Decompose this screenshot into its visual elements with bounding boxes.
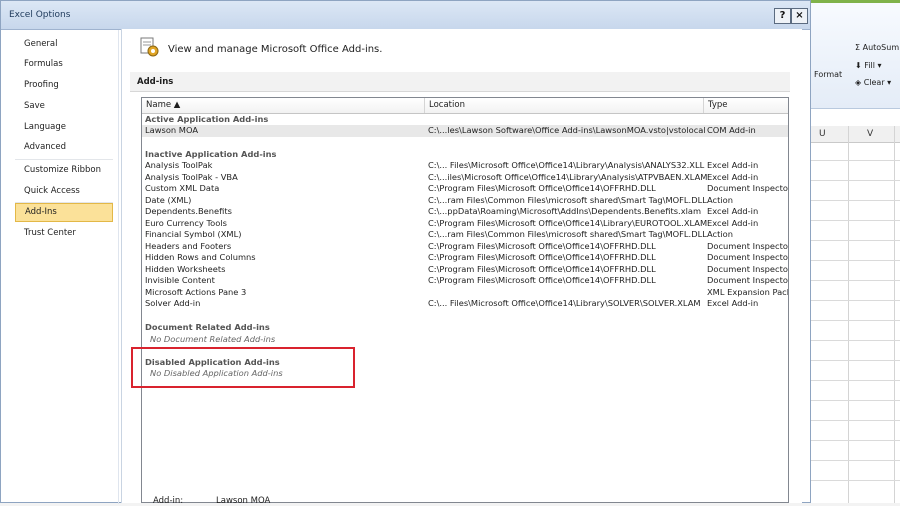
grid-line	[811, 460, 900, 461]
list-row[interactable]: Invisible Content C:\Program Files\Micros…	[142, 275, 788, 287]
nav-item-trust-center[interactable]: Trust Center	[15, 224, 113, 243]
list-row[interactable]: Hidden Rows and Columns C:\Program Files\…	[142, 252, 788, 264]
list-row[interactable]: Headers and Footers C:\Program Files\Micr…	[142, 241, 788, 253]
panel-header-text: View and manage Microsoft Office Add-ins…	[168, 44, 383, 55]
title-bar[interactable]: Excel Options ? ×	[1, 1, 810, 30]
disabled-add-ins-highlight	[131, 347, 355, 388]
nav-item-quick-access-toolbar[interactable]: Quick Access Toolbar	[15, 182, 113, 215]
list-row[interactable]: Hidden Worksheets C:\Program Files\Micros…	[142, 264, 788, 276]
nav-item-formulas[interactable]: Formulas	[15, 55, 113, 74]
grid-line	[811, 320, 900, 321]
fill-button[interactable]: ⬇ Fill ▾	[855, 61, 882, 70]
list-row[interactable]: Analysis ToolPak C:\... Files\Microsoft O…	[142, 160, 788, 172]
nav-item-language[interactable]: Language	[15, 118, 113, 137]
close-button[interactable]: ×	[791, 8, 808, 24]
grid-line	[811, 420, 900, 421]
column-header-row: U V	[811, 126, 900, 143]
grid-line	[811, 160, 900, 161]
add-ins-list[interactable]: Name ▲ Location Type Active Application …	[141, 97, 789, 503]
section-title: Add-ins	[137, 77, 174, 87]
grid-line	[894, 126, 895, 503]
nav-item-add-ins[interactable]: Add-Ins	[15, 203, 113, 222]
excel-ribbon: Σ AutoSum ⬇ Fill ▾ ◈ Clear ▾ Format	[811, 0, 900, 109]
nav-separator	[15, 159, 113, 160]
list-column-header: Name ▲ Location Type	[142, 98, 788, 114]
excel-green-bar	[811, 0, 900, 3]
nav-item-advanced[interactable]: Advanced	[15, 138, 113, 157]
list-row[interactable]: Custom XML Data C:\Program Files\Microsof…	[142, 183, 788, 195]
grid-line	[811, 340, 900, 341]
grid-line	[811, 480, 900, 481]
grid-line	[811, 440, 900, 441]
grid-line	[811, 220, 900, 221]
list-row[interactable]: Date (XML) C:\...ram Files\Common Files\m…	[142, 195, 788, 207]
clear-button[interactable]: ◈ Clear ▾	[855, 78, 891, 87]
column-type-header[interactable]: Type	[704, 98, 788, 113]
group-inactive-label: Inactive Application Add-ins	[145, 149, 277, 159]
column-v-header[interactable]: V	[867, 129, 873, 139]
add-ins-gear-icon	[140, 37, 159, 57]
addin-detail-label: Add-in:	[153, 496, 184, 506]
group-document-label: Document Related Add-ins	[145, 322, 270, 332]
list-row[interactable]: Dependents.Benefits C:\...ppData\Roaming\…	[142, 206, 788, 218]
nav-item-proofing[interactable]: Proofing	[15, 76, 113, 95]
grid-line	[811, 180, 900, 181]
help-button[interactable]: ?	[774, 8, 791, 24]
column-name-header[interactable]: Name ▲	[142, 98, 425, 113]
list-row[interactable]: Lawson MOA C:\...les\Lawson Software\Off…	[142, 125, 788, 137]
column-u-header[interactable]: U	[819, 129, 826, 139]
grid-line	[811, 400, 900, 401]
grid-line	[811, 260, 900, 261]
grid-line	[811, 380, 900, 381]
group-active-label: Active Application Add-ins	[145, 114, 269, 124]
group-document-empty: No Document Related Add-ins	[150, 334, 276, 344]
list-row[interactable]: Analysis ToolPak - VBA C:\...iles\Microso…	[142, 172, 788, 184]
list-row[interactable]: Financial Symbol (XML) C:\...ram Files\Co…	[142, 229, 788, 241]
dialog-title: Excel Options	[9, 10, 71, 20]
nav-item-save[interactable]: Save	[15, 97, 113, 116]
grid-line	[848, 126, 849, 503]
list-row[interactable]: Euro Currency Tools C:\Program Files\Micr…	[142, 218, 788, 230]
nav-item-customize-ribbon[interactable]: Customize Ribbon	[15, 161, 113, 180]
options-nav: General Formulas Proofing Save Language …	[11, 30, 119, 504]
grid-line	[811, 280, 900, 281]
grid-line	[811, 300, 900, 301]
addin-detail-value: Lawson MOA	[216, 496, 271, 506]
grid-line	[811, 200, 900, 201]
grid-line	[811, 240, 900, 241]
list-row[interactable]: Solver Add-in C:\... Files\Microsoft Offi…	[142, 298, 788, 310]
grid-line	[811, 360, 900, 361]
format-button[interactable]: Format	[814, 70, 842, 79]
list-row[interactable]: Microsoft Actions Pane 3 XML Expansion Pa…	[142, 287, 788, 299]
autosum-button[interactable]: Σ AutoSum	[855, 43, 899, 52]
column-location-header[interactable]: Location	[425, 98, 704, 113]
add-ins-section-header: Add-ins	[130, 72, 790, 92]
nav-item-general[interactable]: General	[15, 35, 113, 54]
